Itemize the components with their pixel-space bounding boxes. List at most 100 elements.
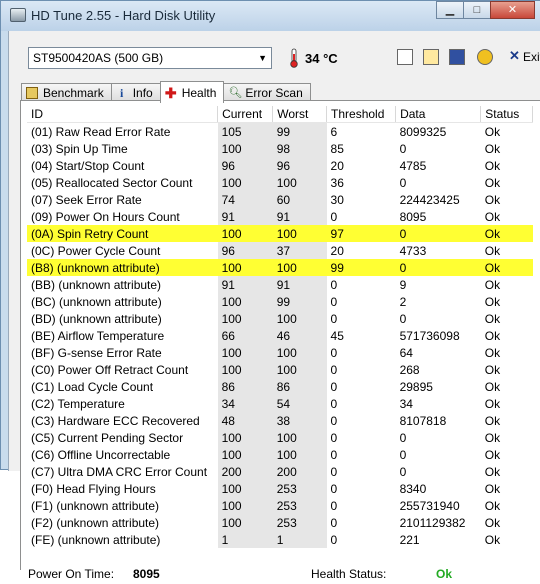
- table-row[interactable]: (C1) Load Cycle Count 86 86 0 29895 Ok: [27, 378, 533, 395]
- cell-worst: 54: [272, 395, 327, 412]
- cell-attr-id: (C3) Hardware ECC Recovered: [31, 413, 200, 428]
- cell-current: 100: [217, 446, 273, 463]
- table-row[interactable]: (0A) Spin Retry Count 100 100 97 0 Ok: [27, 225, 533, 242]
- smart-attributes-table: ID Current Worst Threshold Data Status (…: [27, 106, 533, 548]
- cell-data: 9: [399, 277, 407, 292]
- cell-worst: 86: [272, 378, 327, 395]
- cell-attr-id: (F0) Head Flying Hours: [31, 481, 156, 496]
- cell-threshold: 97: [326, 225, 396, 242]
- options-icon[interactable]: [477, 49, 493, 65]
- cell-worst: 100: [272, 259, 327, 276]
- table-row[interactable]: (C5) Current Pending Sector 100 100 0 0 Ok: [27, 429, 533, 446]
- title-bar[interactable]: HD Tune 2.55 - Hard Disk Utility ▁ □ ✕: [1, 1, 540, 31]
- table-row[interactable]: (C2) Temperature 34 54 0 34 Ok: [27, 395, 533, 412]
- tab-bar: Benchmark i Info ✚ Health 🔍︎ Error Scan: [21, 81, 311, 103]
- cell-worst: 38: [272, 412, 327, 429]
- column-header-id[interactable]: ID: [27, 106, 219, 123]
- table-row[interactable]: (09) Power On Hours Count 91 91 0 8095 Ok: [27, 208, 533, 225]
- cell-attr-id: (C5) Current Pending Sector: [31, 430, 184, 445]
- cell-worst: 100: [272, 174, 327, 191]
- cell-data: 224423425: [399, 192, 460, 207]
- cell-data: 255731940: [399, 498, 460, 513]
- table-row[interactable]: (BE) Airflow Temperature 66 46 45 571736098 O…: [27, 327, 533, 344]
- exit-icon[interactable]: ✕: [509, 48, 520, 64]
- cell-current: 86: [217, 378, 273, 395]
- column-header-current[interactable]: Current: [217, 106, 274, 123]
- close-button[interactable]: ✕: [490, 1, 535, 19]
- table-row[interactable]: (B8) (unknown attribute) 100 100 99 0 Ok: [27, 259, 533, 276]
- cell-attr-id: (F1) (unknown attribute): [31, 498, 160, 513]
- column-header-data[interactable]: Data: [395, 106, 482, 123]
- tab-health[interactable]: ✚ Health: [159, 81, 225, 103]
- drive-select[interactable]: ST9500420AS (500 GB) ▼: [28, 47, 272, 69]
- status-footer: Power On Time: 8095 Health Status: Ok: [0, 560, 540, 584]
- cell-data: 8095: [399, 209, 427, 224]
- cell-current: 100: [217, 514, 273, 531]
- table-row[interactable]: (BB) (unknown attribute) 91 91 0 9 Ok: [27, 276, 533, 293]
- cell-data: 0: [399, 141, 407, 156]
- table-row[interactable]: (07) Seek Error Rate 74 60 30 224423425 Ok: [27, 191, 533, 208]
- cell-data: 29895: [399, 379, 433, 394]
- table-row[interactable]: (BF) G-sense Error Rate 100 100 0 64 Ok: [27, 344, 533, 361]
- cell-threshold: 0: [330, 362, 338, 377]
- cell-threshold: 20: [330, 158, 344, 173]
- cell-status: Ok: [484, 447, 501, 462]
- column-header-worst[interactable]: Worst: [272, 106, 328, 123]
- table-row[interactable]: (F1) (unknown attribute) 100 253 0 255731940…: [27, 497, 533, 514]
- cell-attr-id: (BF) G-sense Error Rate: [31, 345, 162, 360]
- cell-attr-id: (BC) (unknown attribute): [31, 294, 162, 309]
- cell-threshold: 45: [330, 328, 344, 343]
- hard-disk-icon: [10, 8, 26, 22]
- thermometer-icon: [290, 48, 298, 68]
- cell-current: 96: [217, 242, 273, 259]
- table-row[interactable]: (03) Spin Up Time 100 98 85 0 Ok: [27, 140, 533, 157]
- table-row[interactable]: (F2) (unknown attribute) 100 253 0 210112938…: [27, 514, 533, 531]
- table-row[interactable]: (F0) Head Flying Hours 100 253 0 8340 Ok: [27, 480, 533, 497]
- table-row[interactable]: (C6) Offline Uncorrectable 100 100 0 0 Ok: [27, 446, 533, 463]
- save-icon[interactable]: [449, 49, 465, 65]
- cell-threshold: 0: [330, 294, 338, 309]
- table-row[interactable]: (C7) Ultra DMA CRC Error Count 200 200 0 0 Ok: [27, 463, 533, 480]
- table-row[interactable]: (BD) (unknown attribute) 100 100 0 0 Ok: [27, 310, 533, 327]
- table-row[interactable]: (C0) Power Off Retract Count 100 100 0 268 Ok: [27, 361, 533, 378]
- cell-attr-id: (BE) Airflow Temperature: [31, 328, 165, 343]
- cell-worst: 37: [272, 242, 327, 259]
- minimize-button[interactable]: ▁: [436, 1, 464, 19]
- cell-threshold: 36: [330, 175, 344, 190]
- cell-threshold: 0: [330, 209, 338, 224]
- cell-worst: 100: [272, 361, 327, 378]
- cell-current: 1: [217, 531, 273, 548]
- cell-status: Ok: [484, 158, 501, 173]
- cell-attr-id: (C0) Power Off Retract Count: [31, 362, 189, 377]
- table-row[interactable]: (01) Raw Read Error Rate 105 99 6 8099325 Ok: [27, 122, 533, 140]
- cell-current: 100: [217, 174, 273, 191]
- cell-status: Ok: [484, 532, 501, 547]
- cell-status: Ok: [484, 362, 501, 377]
- cell-current: 100: [217, 225, 273, 242]
- cell-threshold: 20: [330, 243, 344, 258]
- exit-button[interactable]: Exit: [523, 50, 540, 64]
- cell-threshold: 0: [330, 379, 338, 394]
- cell-status: Ok: [484, 430, 501, 445]
- table-row[interactable]: (C3) Hardware ECC Recovered 48 38 0 8107818 O…: [27, 412, 533, 429]
- cell-threshold: 0: [330, 396, 338, 411]
- maximize-button[interactable]: □: [463, 1, 491, 19]
- cell-attr-id: (B8) (unknown attribute): [27, 259, 218, 276]
- cell-data: 8340: [399, 481, 427, 496]
- cell-data: 268: [399, 362, 420, 377]
- table-row[interactable]: (BC) (unknown attribute) 100 99 0 2 Ok: [27, 293, 533, 310]
- table-row[interactable]: (05) Reallocated Sector Count 100 100 36 0 Ok: [27, 174, 533, 191]
- cell-status: Ok: [484, 481, 501, 496]
- table-row[interactable]: (0C) Power Cycle Count 96 37 20 4733 Ok: [27, 242, 533, 259]
- cell-data: 0: [399, 311, 407, 326]
- table-row[interactable]: (FE) (unknown attribute) 1 1 0 221 Ok: [27, 531, 533, 548]
- cell-threshold: 99: [326, 259, 396, 276]
- copy-icon[interactable]: [397, 49, 413, 65]
- table-row[interactable]: (04) Start/Stop Count 96 96 20 4785 Ok: [27, 157, 533, 174]
- cell-data: 0: [399, 464, 407, 479]
- copy-all-icon[interactable]: [423, 49, 439, 65]
- column-header-status[interactable]: Status: [480, 106, 533, 123]
- cell-current: 100: [217, 429, 273, 446]
- column-header-threshold[interactable]: Threshold: [326, 106, 397, 123]
- window-title: HD Tune 2.55 - Hard Disk Utility: [31, 8, 216, 23]
